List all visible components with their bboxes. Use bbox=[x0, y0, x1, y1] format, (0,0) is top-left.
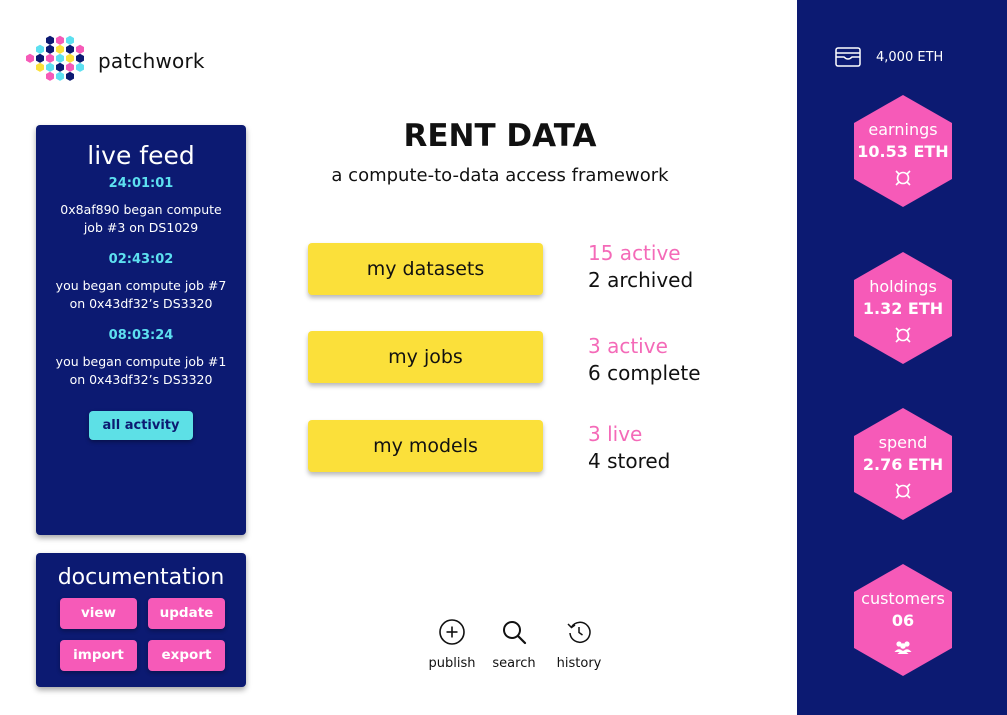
models-live-count: 3 live bbox=[588, 422, 643, 446]
page-title: RENT DATA bbox=[403, 118, 597, 154]
spend-label: spend bbox=[878, 433, 928, 452]
earnings-label: earnings bbox=[868, 120, 938, 139]
jobs-stats: 3 active 6 complete bbox=[588, 333, 701, 387]
update-button[interactable]: update bbox=[148, 598, 225, 629]
customers-label: customers bbox=[861, 589, 945, 608]
my-models-button[interactable]: my models bbox=[308, 420, 543, 472]
users-icon bbox=[854, 637, 952, 657]
documentation-actions: view update import export bbox=[60, 598, 225, 671]
wallet-icon bbox=[835, 47, 861, 67]
search-button[interactable]: search bbox=[488, 618, 540, 671]
documentation-panel: documentation view update import export bbox=[36, 553, 246, 687]
my-datasets-button[interactable]: my datasets bbox=[308, 243, 543, 295]
token-icon bbox=[854, 325, 952, 345]
holdings-metric[interactable]: holdings 1.32 ETH bbox=[854, 252, 952, 364]
export-button[interactable]: export bbox=[148, 640, 225, 671]
plus-circle-icon bbox=[439, 619, 465, 645]
history-label: history bbox=[556, 656, 602, 671]
hexagon-cluster-logo-icon bbox=[26, 35, 84, 81]
publish-label: publish bbox=[428, 656, 476, 671]
earnings-metric[interactable]: earnings 10.53 ETH bbox=[854, 95, 952, 207]
feed-entry: 02:43:02 you began compute job #7 on 0x4… bbox=[36, 251, 246, 313]
feed-entry: 24:01:01 0x8af890 began compute job #3 o… bbox=[36, 175, 246, 237]
documentation-title: documentation bbox=[57, 565, 225, 590]
holdings-value: 1.32 ETH bbox=[862, 299, 944, 318]
view-button[interactable]: view bbox=[60, 598, 137, 629]
token-icon bbox=[854, 168, 952, 188]
live-feed-panel: live feed 24:01:01 0x8af890 began comput… bbox=[36, 125, 246, 535]
wallet-balance[interactable]: 4,000 ETH bbox=[835, 46, 943, 68]
customers-metric[interactable]: customers 06 bbox=[854, 564, 952, 676]
holdings-label: holdings bbox=[869, 277, 937, 296]
feed-entry-time: 24:01:01 bbox=[108, 176, 174, 191]
history-button[interactable]: history bbox=[552, 618, 606, 671]
search-icon bbox=[503, 621, 527, 645]
token-icon bbox=[854, 481, 952, 501]
live-feed-title: live feed bbox=[87, 141, 195, 170]
publish-button[interactable]: publish bbox=[425, 618, 479, 671]
datasets-active-count: 15 active bbox=[588, 241, 681, 265]
feed-entry: 08:03:24 you began compute job #1 on 0x4… bbox=[36, 327, 246, 389]
brand-logo[interactable]: patchwork bbox=[24, 34, 205, 88]
spend-metric[interactable]: spend 2.76 ETH bbox=[854, 408, 952, 520]
earnings-value: 10.53 ETH bbox=[857, 142, 949, 161]
account-sidebar: 4,000 ETH earnings 10.53 ETH holdings 1.… bbox=[797, 0, 1007, 715]
import-button[interactable]: import bbox=[60, 640, 137, 671]
wallet-balance-value: 4,000 ETH bbox=[876, 49, 944, 65]
jobs-active-count: 3 active bbox=[588, 334, 668, 358]
history-icon bbox=[567, 621, 591, 644]
feed-entry-message: you began compute job #7 on 0x43df32’s D… bbox=[55, 278, 227, 311]
feed-entry-message: you began compute job #1 on 0x43df32’s D… bbox=[55, 354, 227, 387]
models-stats: 3 live 4 stored bbox=[588, 421, 670, 475]
my-jobs-button[interactable]: my jobs bbox=[308, 331, 543, 383]
page-subtitle: a compute-to-data access framework bbox=[331, 165, 669, 186]
models-stored-count: 4 stored bbox=[588, 449, 671, 473]
all-activity-button[interactable]: all activity bbox=[88, 411, 194, 440]
brand-name: patchwork bbox=[98, 49, 205, 73]
search-label: search bbox=[492, 656, 536, 671]
feed-entry-time: 02:43:02 bbox=[108, 252, 174, 267]
spend-value: 2.76 ETH bbox=[862, 455, 944, 474]
feed-entry-message: 0x8af890 began compute job #3 on DS1029 bbox=[60, 202, 222, 235]
customers-value: 06 bbox=[891, 611, 915, 630]
datasets-stats: 15 active 2 archived bbox=[588, 240, 693, 294]
feed-entry-time: 08:03:24 bbox=[108, 328, 174, 343]
datasets-archived-count: 2 archived bbox=[588, 268, 694, 292]
jobs-complete-count: 6 complete bbox=[588, 361, 701, 385]
